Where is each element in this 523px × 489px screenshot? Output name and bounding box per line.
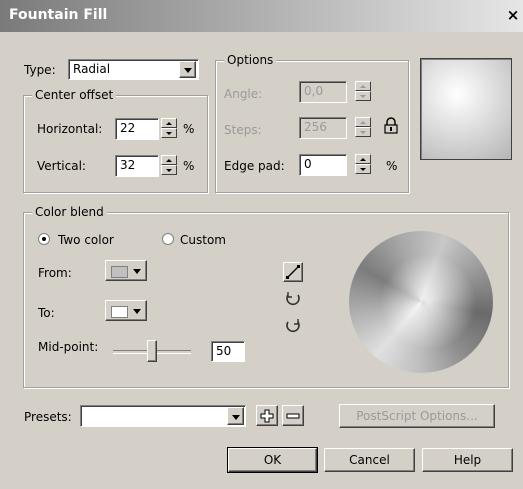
clockwise-blend-button[interactable] bbox=[283, 316, 303, 336]
chevron-down-icon bbox=[360, 131, 366, 134]
custom-label[interactable]: Custom bbox=[180, 233, 226, 247]
chevron-up-icon bbox=[166, 159, 172, 162]
midpoint-value: 50 bbox=[216, 344, 232, 358]
edge-pad-unit: % bbox=[386, 159, 398, 173]
add-preset-button[interactable] bbox=[256, 405, 278, 426]
close-button[interactable]: × bbox=[505, 6, 521, 24]
chevron-up-icon bbox=[360, 121, 366, 124]
counterclockwise-blend-icon bbox=[286, 292, 300, 306]
vertical-unit: % bbox=[183, 159, 195, 173]
color-blend-wheel bbox=[349, 231, 493, 373]
vertical-input[interactable]: 32 bbox=[115, 155, 159, 177]
ok-button[interactable]: OK bbox=[227, 447, 318, 473]
spin-up-button[interactable] bbox=[161, 155, 177, 165]
chevron-down-icon bbox=[360, 168, 366, 171]
color-blend-title: Color blend bbox=[32, 205, 107, 219]
to-color-swatch bbox=[111, 306, 128, 318]
spin-down-button[interactable] bbox=[355, 127, 371, 137]
angle-value: 0,0 bbox=[304, 84, 324, 98]
from-color-swatch bbox=[111, 266, 128, 278]
center-offset-group: Center offset bbox=[23, 88, 208, 193]
fill-preview bbox=[420, 58, 512, 160]
color-wheel-highlight bbox=[349, 231, 493, 373]
spin-down-button[interactable] bbox=[355, 91, 371, 101]
title-bar: Fountain Fill × bbox=[0, 0, 523, 32]
edge-pad-input[interactable]: 0 bbox=[299, 154, 347, 176]
chevron-up-icon bbox=[360, 85, 366, 88]
remove-preset-icon bbox=[286, 413, 300, 419]
chevron-down-icon bbox=[166, 132, 172, 135]
vertical-value: 32 bbox=[120, 158, 136, 172]
angle-input[interactable]: 0,0 bbox=[299, 81, 347, 103]
to-label: To: bbox=[38, 306, 55, 320]
chevron-up-icon bbox=[166, 122, 172, 125]
spin-up-button[interactable] bbox=[355, 117, 371, 127]
fountain-fill-dialog: Fountain Fill × Type: Radial Center offs… bbox=[0, 0, 523, 489]
horizontal-unit: % bbox=[183, 122, 195, 136]
direct-blend-icon bbox=[286, 265, 300, 279]
chevron-down-icon bbox=[133, 309, 141, 314]
edge-pad-label: Edge pad: bbox=[224, 159, 285, 173]
chevron-up-icon bbox=[360, 158, 366, 161]
type-dropdown-button[interactable] bbox=[179, 61, 196, 78]
postscript-options-button[interactable]: PostScript Options... bbox=[339, 404, 495, 428]
add-preset-icon bbox=[260, 409, 274, 423]
angle-label: Angle: bbox=[224, 87, 263, 101]
steps-value: 256 bbox=[304, 120, 327, 134]
midpoint-label: Mid-point: bbox=[38, 340, 99, 354]
angle-spinner[interactable] bbox=[355, 81, 371, 101]
chevron-down-icon bbox=[184, 68, 192, 73]
midpoint-input[interactable]: 50 bbox=[211, 341, 245, 362]
spin-down-button[interactable] bbox=[161, 128, 177, 138]
edge-pad-value: 0 bbox=[304, 157, 312, 171]
type-label: Type: bbox=[24, 63, 56, 77]
direct-blend-button[interactable] bbox=[283, 262, 303, 282]
vertical-label: Vertical: bbox=[37, 159, 86, 173]
horizontal-input[interactable]: 22 bbox=[115, 118, 159, 140]
chevron-down-icon bbox=[360, 95, 366, 98]
two-color-radio[interactable] bbox=[38, 233, 50, 245]
chevron-down-icon bbox=[133, 269, 141, 274]
help-button[interactable]: Help bbox=[422, 448, 513, 472]
counterclockwise-blend-button[interactable] bbox=[283, 289, 303, 309]
radio-selected-dot bbox=[42, 237, 46, 241]
from-label: From: bbox=[38, 266, 72, 280]
type-value: Radial bbox=[73, 62, 111, 76]
edge-pad-spinner[interactable] bbox=[355, 154, 371, 174]
chevron-down-icon bbox=[166, 169, 172, 172]
spin-up-button[interactable] bbox=[355, 81, 371, 91]
window-title: Fountain Fill bbox=[9, 7, 108, 23]
clockwise-blend-icon bbox=[286, 319, 300, 333]
from-color-picker[interactable] bbox=[105, 260, 147, 281]
presets-dropdown-button[interactable] bbox=[227, 407, 244, 425]
type-select[interactable]: Radial bbox=[68, 59, 199, 80]
steps-spinner[interactable] bbox=[355, 117, 371, 137]
center-offset-title: Center offset bbox=[32, 88, 117, 102]
steps-label: Steps: bbox=[224, 123, 262, 137]
custom-radio[interactable] bbox=[162, 233, 174, 245]
chevron-down-icon bbox=[232, 415, 240, 420]
remove-preset-button[interactable] bbox=[282, 405, 304, 426]
lock-icon[interactable] bbox=[381, 116, 401, 136]
horizontal-label: Horizontal: bbox=[37, 122, 103, 136]
cancel-button[interactable]: Cancel bbox=[324, 448, 415, 472]
presets-label: Presets: bbox=[24, 410, 72, 424]
vertical-spinner[interactable] bbox=[161, 155, 177, 175]
spin-up-button[interactable] bbox=[161, 118, 177, 128]
steps-input[interactable]: 256 bbox=[299, 117, 347, 139]
spin-down-button[interactable] bbox=[161, 165, 177, 175]
to-color-picker[interactable] bbox=[105, 300, 147, 321]
midpoint-slider-thumb[interactable] bbox=[147, 340, 157, 362]
horizontal-value: 22 bbox=[120, 121, 136, 135]
spin-down-button[interactable] bbox=[355, 164, 371, 174]
presets-select[interactable] bbox=[80, 405, 246, 427]
spin-up-button[interactable] bbox=[355, 154, 371, 164]
options-title: Options bbox=[224, 53, 277, 67]
horizontal-spinner[interactable] bbox=[161, 118, 177, 138]
two-color-label[interactable]: Two color bbox=[58, 233, 114, 247]
